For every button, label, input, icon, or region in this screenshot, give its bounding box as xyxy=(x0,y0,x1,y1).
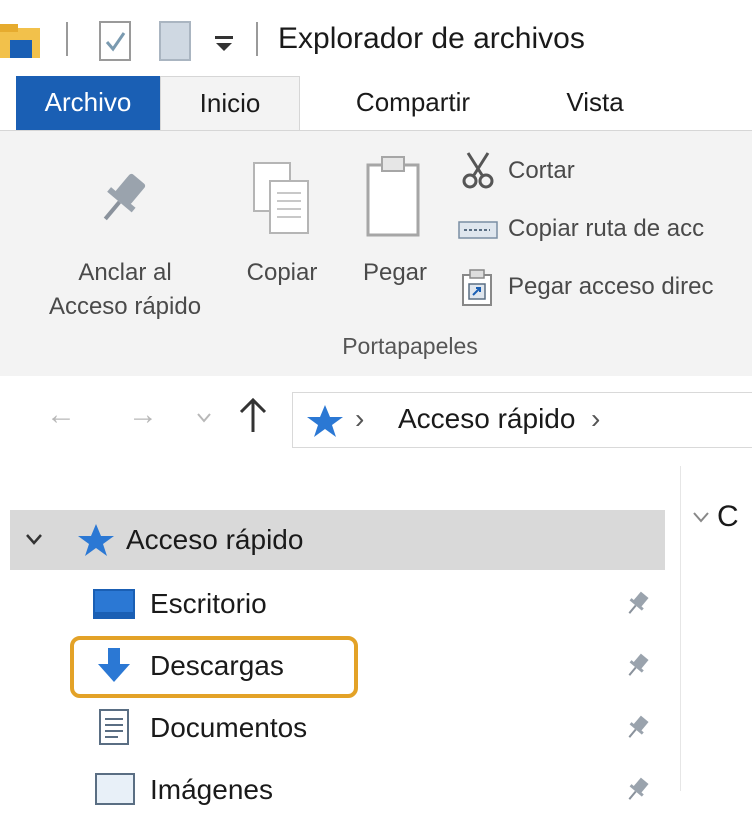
pin-icon[interactable] xyxy=(623,776,651,804)
paste-shortcut-button[interactable]: Pegar acceso direc xyxy=(458,267,752,309)
content-group-header: C xyxy=(717,500,739,533)
breadcrumb-location[interactable]: Acceso rápido xyxy=(398,403,575,435)
up-arrow-icon[interactable] xyxy=(236,396,270,436)
descargas-highlight xyxy=(70,636,358,698)
back-arrow-icon[interactable]: ← xyxy=(46,398,76,432)
cut-label: Cortar xyxy=(508,157,575,184)
forward-arrow-icon[interactable]: → xyxy=(128,398,158,432)
tab-archivo[interactable]: Archivo xyxy=(16,76,160,130)
cut-button[interactable]: Cortar xyxy=(458,151,752,193)
documents-icon xyxy=(99,709,129,745)
tab-inicio[interactable]: Inicio xyxy=(160,76,300,132)
content-pane: C xyxy=(680,466,752,791)
ribbon-tabs: Archivo Inicio Compartir Vista xyxy=(0,76,752,132)
paste-label: Pegar xyxy=(362,259,428,286)
pictures-icon xyxy=(95,773,135,805)
desktop-icon xyxy=(93,589,135,619)
nav-item-documentos[interactable]: Documentos xyxy=(10,698,665,758)
paste-button[interactable]: Pegar xyxy=(350,151,440,286)
nav-item-label: Imágenes xyxy=(150,774,273,805)
paste-icon xyxy=(366,156,420,237)
breadcrumb-separator[interactable]: › xyxy=(355,403,364,435)
pin-label-line1: Anclar al xyxy=(78,259,172,286)
pin-icon[interactable] xyxy=(623,590,651,618)
copy-path-button[interactable]: Copiar ruta de acc xyxy=(458,209,752,251)
nav-item-imagenes[interactable]: Imágenes xyxy=(10,760,665,820)
copy-icon xyxy=(253,162,309,234)
address-bar[interactable]: › Acceso rápido › xyxy=(292,392,752,448)
ribbon-panel: Anclar al Acceso rápido Copiar Pegar Cor… xyxy=(0,130,752,376)
copy-path-label: Copiar ruta de acc xyxy=(508,215,705,242)
nav-item-label: Documentos xyxy=(150,712,308,743)
nav-item-label: Escritorio xyxy=(150,588,267,619)
chevron-down-icon[interactable] xyxy=(24,532,44,548)
pin-icon xyxy=(103,173,146,221)
copy-label: Copiar xyxy=(246,259,318,286)
tab-compartir[interactable]: Compartir xyxy=(318,76,508,130)
navigation-pane: Acceso rápido Escritorio Descargas Docum xyxy=(0,466,680,805)
nav-item-label: Acceso rápido xyxy=(126,524,304,555)
folder-icon xyxy=(0,24,40,58)
title-separator xyxy=(256,22,258,56)
star-icon xyxy=(78,524,114,556)
paste-shortcut-icon xyxy=(462,269,492,306)
window-title: Explorador de archivos xyxy=(278,22,585,55)
title-bar: Explorador de archivos xyxy=(0,0,752,76)
clipboard-group-label: Portapapeles xyxy=(342,333,478,359)
pin-quick-access-button[interactable]: Anclar al Acceso rápido xyxy=(20,151,230,321)
recent-locations-icon[interactable] xyxy=(196,412,212,424)
pin-icon[interactable] xyxy=(623,652,651,680)
star-icon xyxy=(307,405,343,437)
quick-access-separator xyxy=(66,22,68,56)
navigation-bar: ← → › Acceso rápido › xyxy=(0,378,752,466)
paste-shortcut-label: Pegar acceso direc xyxy=(508,273,714,300)
pin-icon[interactable] xyxy=(623,714,651,742)
properties-icon[interactable] xyxy=(98,20,134,62)
new-folder-icon[interactable] xyxy=(158,20,194,62)
pin-label-line2: Acceso rápido xyxy=(48,293,202,320)
copy-button[interactable]: Copiar xyxy=(232,151,332,286)
tab-vista[interactable]: Vista xyxy=(540,76,650,130)
scissors-icon xyxy=(462,152,494,189)
chevron-down-icon[interactable] xyxy=(691,510,711,526)
nav-item-quick-access[interactable]: Acceso rápido xyxy=(10,510,665,570)
breadcrumb-separator-end[interactable]: › xyxy=(591,403,600,435)
copy-path-icon xyxy=(458,221,498,239)
nav-item-escritorio[interactable]: Escritorio xyxy=(10,574,665,634)
customize-toolbar-icon[interactable] xyxy=(212,32,236,54)
